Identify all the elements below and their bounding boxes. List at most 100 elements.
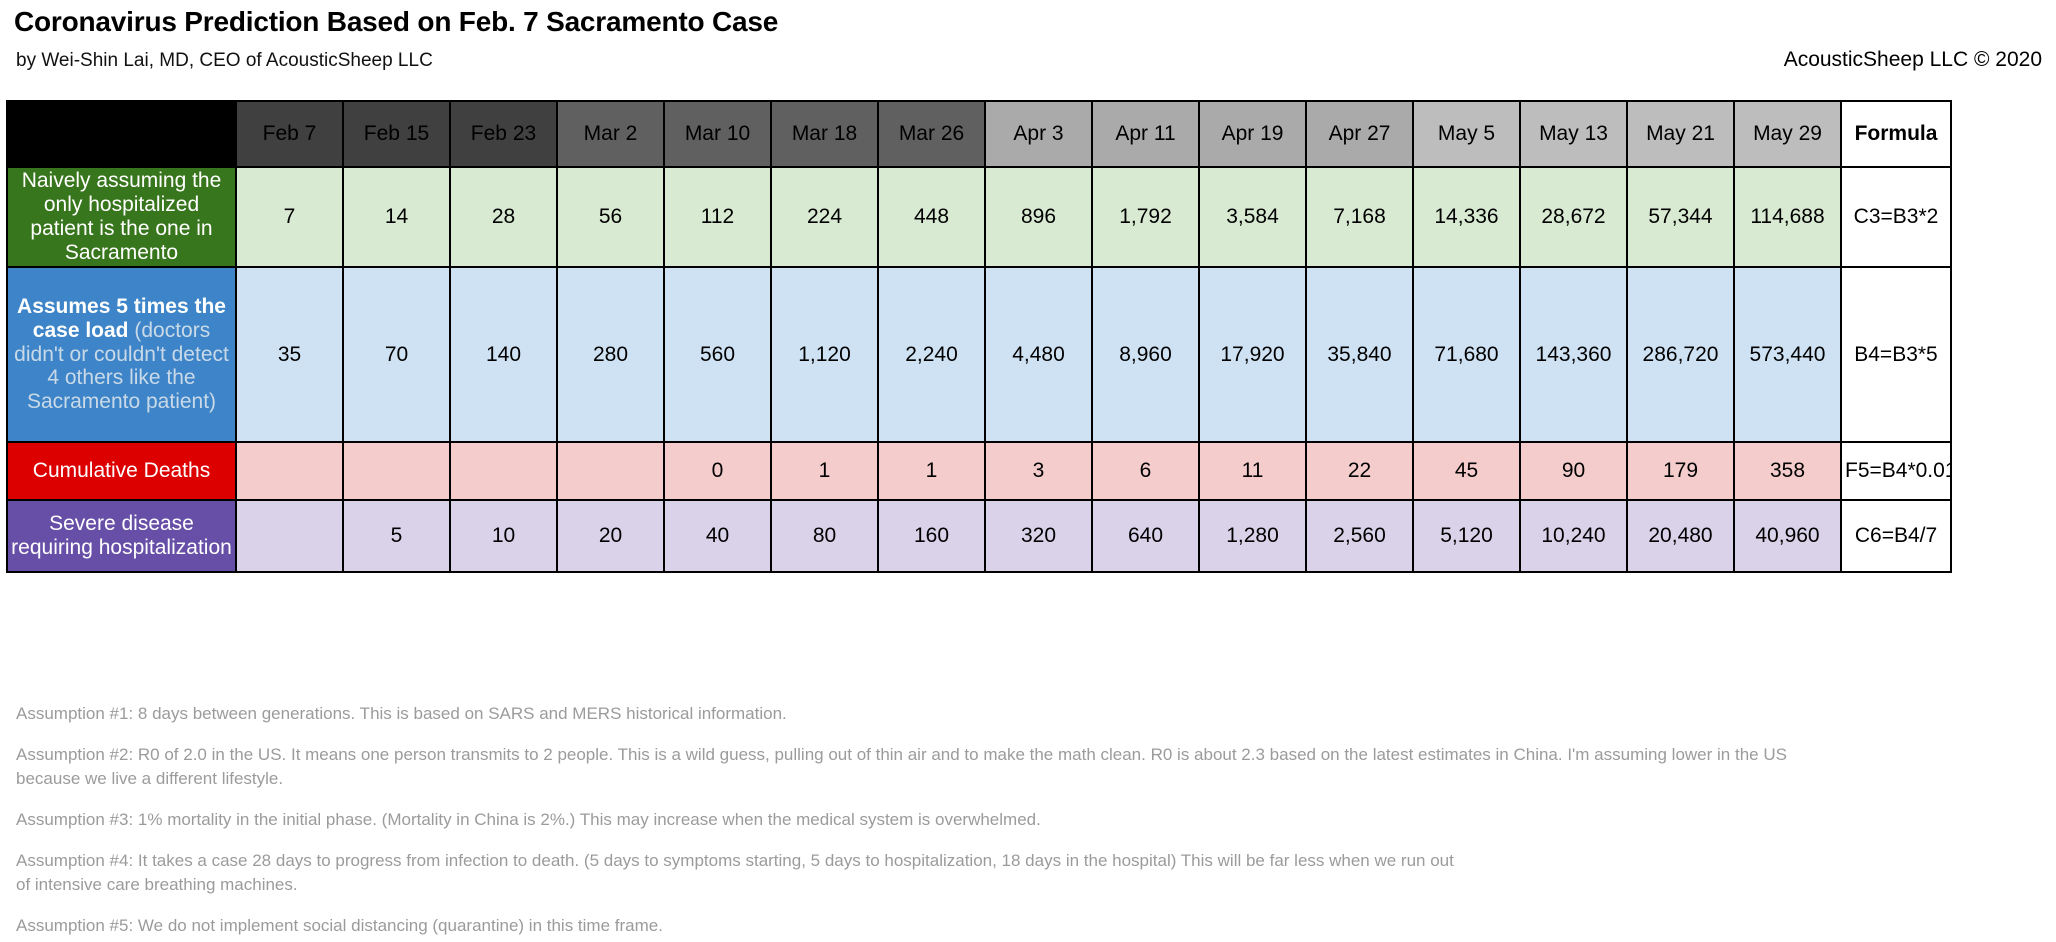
table-header-row: Week Starting Feb 7 Feb 15 Feb 23 Mar 2 Mar 1… [6,100,1952,168]
table-row: Assumes 5 times the case load (doctors d… [6,266,1952,443]
column-header-week: Feb 7 [235,100,344,168]
data-cell[interactable]: 160 [877,499,986,573]
data-cell[interactable]: 17,920 [1198,266,1307,443]
data-cell[interactable]: 45 [1412,441,1521,501]
data-cell[interactable]: 179 [1626,441,1735,501]
column-header-week: Mar 10 [663,100,772,168]
assumptions-list: Assumption #1: 8 days between generation… [16,702,2046,942]
data-cell[interactable]: 35 [235,266,344,443]
assumption-note: Assumption #4: It takes a case 28 days t… [16,850,1454,895]
data-cell[interactable]: 1,280 [1198,499,1307,573]
data-cell[interactable]: 35,840 [1305,266,1414,443]
data-cell[interactable]: 70 [342,266,451,443]
data-cell[interactable] [342,441,451,501]
data-cell[interactable]: 896 [984,166,1093,268]
data-cell[interactable]: 14 [342,166,451,268]
data-cell[interactable]: 560 [663,266,772,443]
column-header-week: Mar 2 [556,100,665,168]
data-cell[interactable]: 0 [663,441,772,501]
data-cell[interactable]: 20 [556,499,665,573]
spreadsheet-page: Coronavirus Prediction Based on Feb. 7 S… [0,0,2056,942]
data-cell[interactable]: 1 [877,441,986,501]
data-cell[interactable]: 56 [556,166,665,268]
formula-cell: C6=B4/7 [1840,499,1952,573]
data-cell[interactable]: 1 [770,441,879,501]
data-cell[interactable]: 40,960 [1733,499,1842,573]
data-cell[interactable]: 140 [449,266,558,443]
data-cell[interactable]: 5,120 [1412,499,1521,573]
copyright-notice: AcousticSheep LLC © 2020 [1783,48,2042,71]
assumption-note: Assumption #3: 1% mortality in the initi… [16,809,1041,829]
data-cell[interactable]: 40 [663,499,772,573]
page-title: Coronavirus Prediction Based on Feb. 7 S… [14,6,779,37]
data-cell[interactable]: 10 [449,499,558,573]
data-cell[interactable]: 112 [663,166,772,268]
prediction-table-wrapper: Week Starting Feb 7 Feb 15 Feb 23 Mar 2 Mar 1… [6,100,1952,573]
data-cell[interactable]: 1,120 [770,266,879,443]
data-cell[interactable]: 6 [1091,441,1200,501]
column-header-week: Feb 23 [449,100,558,168]
data-cell[interactable]: 10,240 [1519,499,1628,573]
data-cell[interactable]: 3,584 [1198,166,1307,268]
data-cell[interactable] [556,441,665,501]
column-header-week: Apr 19 [1198,100,1307,168]
data-cell[interactable] [449,441,558,501]
column-header-week: Mar 18 [770,100,879,168]
data-cell[interactable]: 90 [1519,441,1628,501]
column-header-week: Apr 27 [1305,100,1414,168]
formula-cell: B4=B3*5 [1840,266,1952,443]
data-cell[interactable]: 7,168 [1305,166,1414,268]
formula-cell: F5=B4*0.01 [1840,441,1952,501]
data-cell[interactable]: 28 [449,166,558,268]
row-label-cumulative-deaths: Cumulative Deaths [6,441,237,501]
data-cell[interactable]: 14,336 [1412,166,1521,268]
assumption-note: Assumption #2: R0 of 2.0 in the US. It m… [16,744,1787,789]
row-label-severe-disease: Severe disease requiring hospitalization [6,499,237,573]
data-cell[interactable]: 358 [1733,441,1842,501]
data-cell[interactable]: 71,680 [1412,266,1521,443]
data-cell[interactable]: 640 [1091,499,1200,573]
data-cell[interactable]: 8,960 [1091,266,1200,443]
data-cell[interactable] [235,441,344,501]
byline: by Wei-Shin Lai, MD, CEO of AcousticShee… [16,50,433,71]
column-header-week: May 13 [1519,100,1628,168]
data-cell[interactable]: 5 [342,499,451,573]
data-cell[interactable]: 28,672 [1519,166,1628,268]
data-cell[interactable]: 22 [1305,441,1414,501]
data-cell[interactable]: 3 [984,441,1093,501]
row-label-five-times: Assumes 5 times the case load (doctors d… [6,266,237,443]
data-cell[interactable]: 4,480 [984,266,1093,443]
data-cell[interactable]: 2,240 [877,266,986,443]
table-row: Severe disease requiring hospitalization… [6,499,1952,573]
formula-column-header: Formula [1840,100,1952,168]
data-cell[interactable]: 114,688 [1733,166,1842,268]
column-header-week: Apr 3 [984,100,1093,168]
data-cell[interactable] [235,499,344,573]
column-header-week: Feb 15 [342,100,451,168]
data-cell[interactable]: 224 [770,166,879,268]
formula-cell: C3=B3*2 [1840,166,1952,268]
column-header-week: Apr 11 [1091,100,1200,168]
week-starting-header: Week Starting [6,100,237,168]
data-cell[interactable]: 143,360 [1519,266,1628,443]
data-cell[interactable]: 573,440 [1733,266,1842,443]
assumption-note: Assumption #5: We do not implement socia… [16,915,663,935]
table-row: Cumulative Deaths 0 1 1 3 6 11 22 45 90 179 358 F5=B… [6,441,1952,501]
data-cell[interactable]: 1,792 [1091,166,1200,268]
data-cell[interactable]: 11 [1198,441,1307,501]
data-cell[interactable]: 57,344 [1626,166,1735,268]
data-cell[interactable]: 7 [235,166,344,268]
data-cell[interactable]: 20,480 [1626,499,1735,573]
data-cell[interactable]: 280 [556,266,665,443]
row-label-naive: Naively assuming the only hospitalized p… [6,166,237,268]
column-header-week: May 29 [1733,100,1842,168]
data-cell[interactable]: 320 [984,499,1093,573]
prediction-table: Week Starting Feb 7 Feb 15 Feb 23 Mar 2 Mar 1… [6,100,1952,573]
table-row: Naively assuming the only hospitalized p… [6,166,1952,268]
data-cell[interactable]: 448 [877,166,986,268]
assumption-note: Assumption #1: 8 days between generation… [16,704,787,723]
data-cell[interactable]: 80 [770,499,879,573]
column-header-week: May 21 [1626,100,1735,168]
data-cell[interactable]: 2,560 [1305,499,1414,573]
data-cell[interactable]: 286,720 [1626,266,1735,443]
